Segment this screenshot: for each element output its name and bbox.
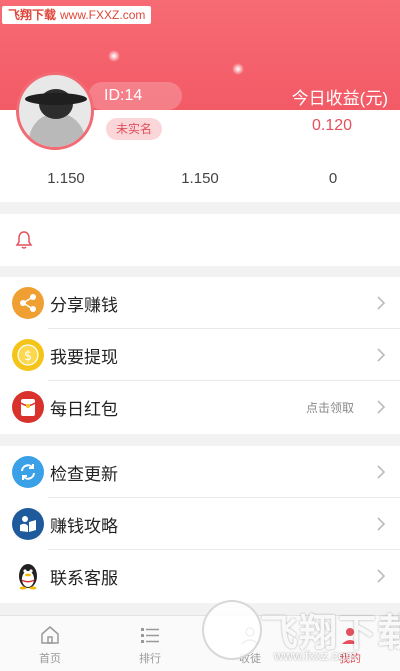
qq-penguin-icon	[12, 560, 44, 592]
sparkle-decoration	[108, 50, 120, 62]
stat-value: 1.150	[181, 170, 219, 187]
refresh-icon	[12, 456, 44, 488]
avatar[interactable]	[16, 72, 94, 150]
menu-item-share[interactable]: 分享赚钱	[0, 277, 400, 329]
red-envelope-icon	[12, 391, 44, 423]
menu-item-label: 赚钱攻略	[50, 517, 118, 536]
watermark-brand: 飞翔下载	[8, 8, 57, 22]
nav-label: 我的	[339, 653, 361, 665]
menu-item-check-update[interactable]: 检查更新	[0, 446, 400, 498]
chevron-right-icon	[377, 348, 386, 362]
menu-item-label: 联系客服	[50, 569, 118, 588]
nav-tab-home[interactable]: 首页	[0, 616, 100, 671]
menu-item-label: 每日红包	[50, 400, 118, 419]
menu-item-label: 我要提现	[50, 348, 118, 367]
chevron-right-icon	[377, 517, 386, 531]
menu-item-daily-red-envelope[interactable]: 每日红包 点击领取	[0, 381, 400, 433]
menu-group-earn: 分享赚钱 $ 我要提现 每日红包 点击领取	[0, 277, 400, 434]
nav-label: 收徒	[239, 653, 261, 665]
apprentice-icon	[241, 627, 259, 645]
home-icon	[41, 626, 59, 644]
today-earnings-value: 0.120	[311, 117, 353, 134]
coin-icon: $	[12, 339, 44, 371]
chevron-right-icon	[377, 400, 386, 414]
stat-value: 1.150	[47, 170, 85, 187]
sparkle-decoration	[232, 63, 244, 75]
verification-badge[interactable]: 未实名	[106, 118, 162, 140]
nav-tab-ranking[interactable]: 排行	[100, 616, 200, 671]
bell-icon	[15, 231, 33, 249]
chevron-right-icon	[377, 296, 386, 310]
chevron-right-icon	[377, 465, 386, 479]
nav-tab-profile[interactable]: 我的	[300, 616, 400, 671]
watermark-banner: 飞翔下载 www.FXXZ.com	[2, 6, 152, 24]
chevron-right-icon	[377, 569, 386, 583]
nav-label: 排行	[139, 653, 161, 665]
bottom-nav: 首页 排行 收徒 我的	[0, 615, 400, 671]
watermark-url: www.FXXZ.com	[60, 8, 146, 22]
menu-item-label: 分享赚钱	[50, 296, 118, 315]
claim-hint: 点击领取	[305, 401, 354, 415]
user-id-label: ID:14	[88, 82, 182, 110]
profile-icon	[342, 628, 358, 644]
notification-row[interactable]	[0, 214, 400, 266]
menu-item-earning-guide[interactable]: 赚钱攻略	[0, 498, 400, 550]
nav-label: 首页	[39, 653, 61, 665]
menu-group-support: 检查更新 赚钱攻略 联系客服	[0, 446, 400, 603]
list-icon	[141, 628, 159, 643]
stat-value: 0	[328, 170, 338, 187]
svg-text:$: $	[24, 349, 32, 364]
today-earnings-title: 今日收益(元)	[291, 89, 388, 108]
menu-item-customer-service[interactable]: 联系客服	[0, 550, 400, 602]
share-icon	[12, 287, 44, 319]
menu-item-withdraw[interactable]: $ 我要提现	[0, 329, 400, 381]
guide-icon	[12, 508, 44, 540]
menu-item-label: 检查更新	[50, 465, 118, 484]
nav-tab-apprentice[interactable]: 收徒	[200, 616, 300, 671]
